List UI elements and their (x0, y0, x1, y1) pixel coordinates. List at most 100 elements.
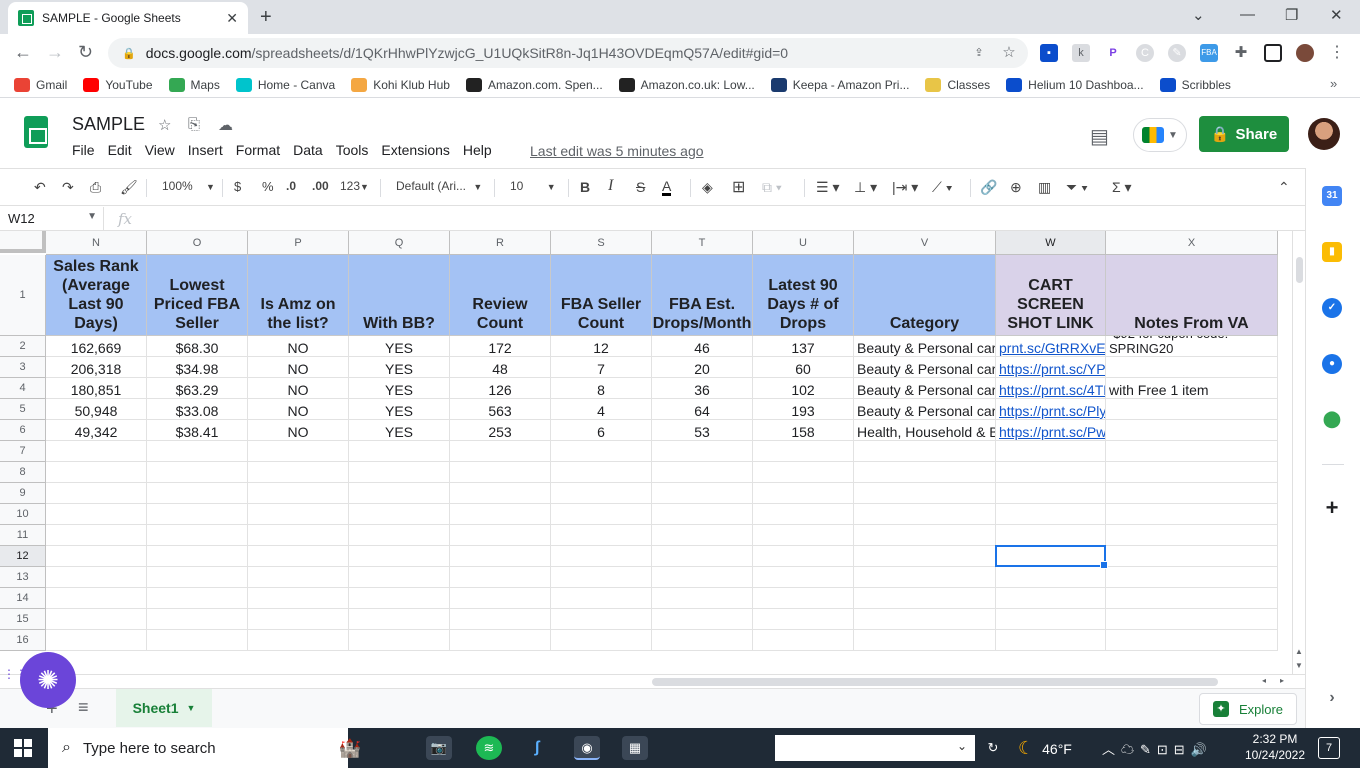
row-header[interactable]: 13 (0, 567, 46, 588)
forward-icon[interactable]: → (46, 42, 64, 63)
row-header[interactable]: 10 (0, 504, 46, 525)
column-header-s[interactable]: S (551, 231, 652, 255)
empty-cell[interactable] (450, 504, 551, 525)
insert-comment-icon[interactable]: ⊕ (1010, 179, 1022, 196)
table-cell[interactable]: 563 (450, 399, 551, 420)
column-header-r[interactable]: R (450, 231, 551, 255)
cloud-status-icon[interactable]: ☁ (218, 116, 233, 134)
table-cell[interactable]: Health, Household & Ba (854, 420, 996, 441)
currency-format-button[interactable]: $ (234, 179, 241, 194)
menu-file[interactable]: File (72, 142, 95, 158)
bookmark-item[interactable]: Amazon.com. Spen... (465, 77, 603, 92)
italic-icon[interactable]: I (608, 177, 613, 195)
empty-cell[interactable] (996, 588, 1106, 609)
empty-cell[interactable] (652, 441, 753, 462)
close-tab-icon[interactable]: ✕ (226, 10, 238, 27)
vertical-align-icon[interactable]: ⊥ ▾ (854, 179, 877, 196)
user-avatar[interactable] (1308, 118, 1340, 150)
zoom-select[interactable]: 100% ▼ (162, 179, 215, 193)
undo-icon[interactable]: ↶ (34, 179, 46, 196)
table-cell[interactable]: NO (248, 336, 349, 357)
tab-search-icon[interactable]: ⌄ (1192, 6, 1205, 24)
table-cell[interactable]: 49,342 (46, 420, 147, 441)
fill-color-icon[interactable]: ◈ (702, 179, 713, 196)
menu-help[interactable]: Help (463, 142, 492, 158)
header-cell[interactable]: Lowest Priced FBA Seller (147, 255, 248, 336)
bookmark-item[interactable]: Helium 10 Dashboa... (1006, 77, 1144, 92)
empty-cell[interactable] (1106, 504, 1278, 525)
empty-cell[interactable] (450, 525, 551, 546)
empty-cell[interactable] (147, 504, 248, 525)
empty-cell[interactable] (349, 525, 450, 546)
empty-cell[interactable] (248, 504, 349, 525)
table-cell[interactable]: YES (349, 420, 450, 441)
scroll-right-icon[interactable]: ▸ (1280, 676, 1284, 685)
cell-link[interactable]: prnt.sc/GtRRXvEN (996, 336, 1106, 357)
empty-cell[interactable] (450, 441, 551, 462)
empty-cell[interactable] (551, 546, 652, 567)
windows-start-icon[interactable] (14, 739, 32, 757)
browser-tab[interactable]: SAMPLE - Google Sheets ✕ (8, 2, 248, 34)
table-cell[interactable]: $38.41 (147, 420, 248, 441)
table-cell[interactable]: 193 (753, 399, 854, 420)
table-cell[interactable]: 102 (753, 378, 854, 399)
table-cell[interactable]: $68.30 (147, 336, 248, 357)
empty-cell[interactable] (349, 630, 450, 651)
side-panel-icon[interactable] (1264, 44, 1282, 62)
bookmark-item[interactable]: YouTube (83, 77, 153, 92)
empty-cell[interactable] (349, 546, 450, 567)
empty-cell[interactable] (1106, 525, 1278, 546)
new-tab-icon[interactable]: + (260, 6, 272, 29)
column-header-o[interactable]: O (147, 231, 248, 255)
header-cell[interactable]: Review Count (450, 255, 551, 336)
empty-cell[interactable] (652, 525, 753, 546)
reload-icon[interactable]: ↻ (78, 42, 93, 63)
all-sheets-icon[interactable]: ≡ (78, 697, 89, 718)
functions-icon[interactable]: Σ ▾ (1112, 179, 1132, 196)
selected-cell-outline[interactable] (995, 545, 1108, 569)
get-addons-icon[interactable]: + (1322, 497, 1342, 519)
show-side-panel-icon[interactable]: › (1322, 688, 1342, 708)
p-extension-icon[interactable]: P (1104, 44, 1122, 62)
table-cell[interactable]: 50,948 (46, 399, 147, 420)
decrease-decimal-button[interactable]: .0 (286, 179, 296, 193)
keepa-extension-icon[interactable]: k (1072, 44, 1090, 62)
empty-cell[interactable] (854, 504, 996, 525)
table-cell[interactable]: 158 (753, 420, 854, 441)
print-icon[interactable]: ⎙ (90, 179, 101, 196)
cell-link[interactable]: https://prnt.sc/Plyi (996, 399, 1106, 420)
table-cell[interactable]: $34.98 (147, 357, 248, 378)
collapse-menus-icon[interactable]: ⌃ (1278, 179, 1290, 196)
table-cell[interactable]: $33.08 (147, 399, 248, 420)
table-cell[interactable]: Beauty & Personal care (854, 378, 996, 399)
table-cell[interactable]: 126 (450, 378, 551, 399)
empty-cell[interactable] (996, 462, 1106, 483)
font-size-select[interactable]: 10 ▼ (510, 179, 556, 193)
empty-cell[interactable] (147, 546, 248, 567)
extensions-puzzle-icon[interactable]: ✚ (1232, 44, 1250, 62)
empty-cell[interactable] (248, 483, 349, 504)
row-header[interactable]: 4 (0, 378, 46, 399)
table-cell[interactable]: NO (248, 378, 349, 399)
strikethrough-icon[interactable]: S (636, 179, 645, 195)
empty-cell[interactable] (753, 546, 854, 567)
clock[interactable]: 2:32 PM 10/24/2022 (1240, 731, 1310, 763)
more-bookmarks-icon[interactable]: » (1330, 76, 1337, 91)
close-window-icon[interactable]: ✕ (1330, 6, 1343, 24)
empty-cell[interactable] (46, 462, 147, 483)
more-formats-button[interactable]: 123▼ (340, 179, 369, 193)
empty-cell[interactable] (46, 567, 147, 588)
horizontal-scroll-thumb[interactable] (652, 678, 1218, 686)
empty-cell[interactable] (652, 462, 753, 483)
empty-cell[interactable] (652, 483, 753, 504)
bookmark-item[interactable]: Maps (168, 77, 220, 92)
filter-icon[interactable]: ⏷ ▾ (1066, 179, 1088, 196)
c-extension-icon[interactable]: C (1136, 44, 1154, 62)
empty-cell[interactable] (147, 567, 248, 588)
empty-cell[interactable] (450, 483, 551, 504)
empty-cell[interactable] (1106, 588, 1278, 609)
empty-cell[interactable] (551, 483, 652, 504)
insert-chart-icon[interactable]: ▥ (1038, 179, 1051, 196)
table-cell[interactable]: 60 (753, 357, 854, 378)
empty-cell[interactable] (753, 504, 854, 525)
